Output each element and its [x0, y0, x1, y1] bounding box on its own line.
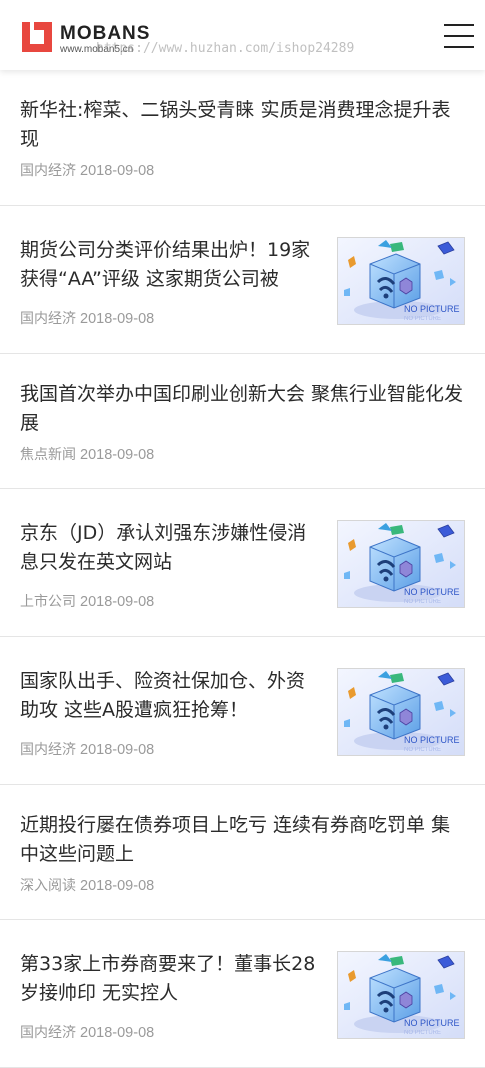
article-title[interactable]: 京东（JD）承认刘强东涉嫌性侵消息只发在英文网站: [20, 519, 317, 577]
article-date: 2018-09-08: [80, 1025, 155, 1041]
article-date: 2018-09-08: [80, 878, 155, 894]
article-date: 2018-09-08: [80, 163, 155, 179]
no-picture-placeholder-image[interactable]: NO PICTURE NO PICTURE: [337, 668, 465, 756]
article-item[interactable]: 期货公司分类评价结果出炉！19家获得“AA”评级 这家期货公司被国内经济 201…: [0, 206, 485, 354]
article-meta: 上市公司 2018-09-08: [20, 591, 154, 611]
article-meta: 国内经济 2018-09-08: [20, 739, 154, 759]
article-date: 2018-09-08: [80, 742, 155, 758]
hamburger-menu-icon[interactable]: [444, 24, 474, 48]
article-title[interactable]: 第33家上市券商要来了！董事长28岁接帅印 无实控人: [20, 950, 317, 1008]
article-title[interactable]: 我国首次举办中国印刷业创新大会 聚焦行业智能化发展: [20, 380, 465, 438]
svg-text:NO PICTURE: NO PICTURE: [404, 599, 441, 605]
article-category: 国内经济: [20, 311, 76, 327]
article-category: 深入阅读: [20, 878, 76, 894]
no-picture-label: NO PICTURE: [404, 587, 460, 597]
no-picture-placeholder-image[interactable]: NO PICTURE NO PICTURE: [337, 951, 465, 1039]
article-meta: 国内经济 2018-09-08: [20, 308, 154, 328]
article-category: 国内经济: [20, 1025, 76, 1041]
article-item[interactable]: 新华社:榨菜、二锅头受青睐 实质是消费理念提升表现国内经济 2018-09-08: [0, 70, 485, 206]
logo-mark-icon: [20, 20, 54, 54]
article-meta: 焦点新闻 2018-09-08: [20, 444, 154, 464]
article-category: 焦点新闻: [20, 447, 76, 463]
watermark-text: https://www.huzhan.com/ishop24289: [96, 41, 355, 56]
article-list: 新华社:榨菜、二锅头受青睐 实质是消费理念提升表现国内经济 2018-09-08…: [0, 70, 485, 1068]
article-item[interactable]: 京东（JD）承认刘强东涉嫌性侵消息只发在英文网站 上市公司 2018-09-08 …: [0, 489, 485, 637]
article-category: 国内经济: [20, 163, 76, 179]
no-picture-placeholder-image[interactable]: NO PICTURE NO PICTURE: [337, 237, 465, 325]
svg-text:NO PICTURE: NO PICTURE: [404, 316, 441, 322]
article-meta: 国内经济 2018-09-08: [20, 160, 154, 180]
no-picture-placeholder-image[interactable]: NO PICTURE NO PICTURE: [337, 520, 465, 608]
svg-text:NO PICTURE: NO PICTURE: [404, 1030, 441, 1036]
article-item[interactable]: 我国首次举办中国印刷业创新大会 聚焦行业智能化发展焦点新闻 2018-09-08: [0, 354, 485, 489]
no-picture-label: NO PICTURE: [404, 1018, 460, 1028]
no-picture-label: NO PICTURE: [404, 304, 460, 314]
top-header: MOBANS www.moban5.cn https://www.huzhan.…: [0, 0, 485, 70]
no-picture-label: NO PICTURE: [404, 735, 460, 745]
article-item[interactable]: 近期投行屡在债券项目上吃亏 连续有券商吃罚单 集中这些问题上深入阅读 2018-…: [0, 785, 485, 920]
article-title[interactable]: 期货公司分类评价结果出炉！19家获得“AA”评级 这家期货公司被: [20, 236, 317, 294]
article-item[interactable]: 国家队出手、险资社保加仓、外资助攻 这些A股遭疯狂抢筹！ 国内经济 2018-09…: [0, 637, 485, 785]
article-title[interactable]: 新华社:榨菜、二锅头受青睐 实质是消费理念提升表现: [20, 96, 465, 154]
article-date: 2018-09-08: [80, 447, 155, 463]
article-title[interactable]: 国家队出手、险资社保加仓、外资助攻 这些A股遭疯狂抢筹！: [20, 667, 317, 725]
article-meta: 深入阅读 2018-09-08: [20, 875, 154, 895]
svg-text:NO PICTURE: NO PICTURE: [404, 747, 441, 753]
article-date: 2018-09-08: [80, 311, 155, 327]
article-category: 国内经济: [20, 742, 76, 758]
article-category: 上市公司: [20, 594, 76, 610]
article-title[interactable]: 近期投行屡在债券项目上吃亏 连续有券商吃罚单 集中这些问题上: [20, 811, 465, 869]
article-item[interactable]: 第33家上市券商要来了！董事长28岁接帅印 无实控人国内经济 2018-09-0…: [0, 920, 485, 1068]
article-date: 2018-09-08: [80, 594, 155, 610]
article-meta: 国内经济 2018-09-08: [20, 1022, 154, 1042]
